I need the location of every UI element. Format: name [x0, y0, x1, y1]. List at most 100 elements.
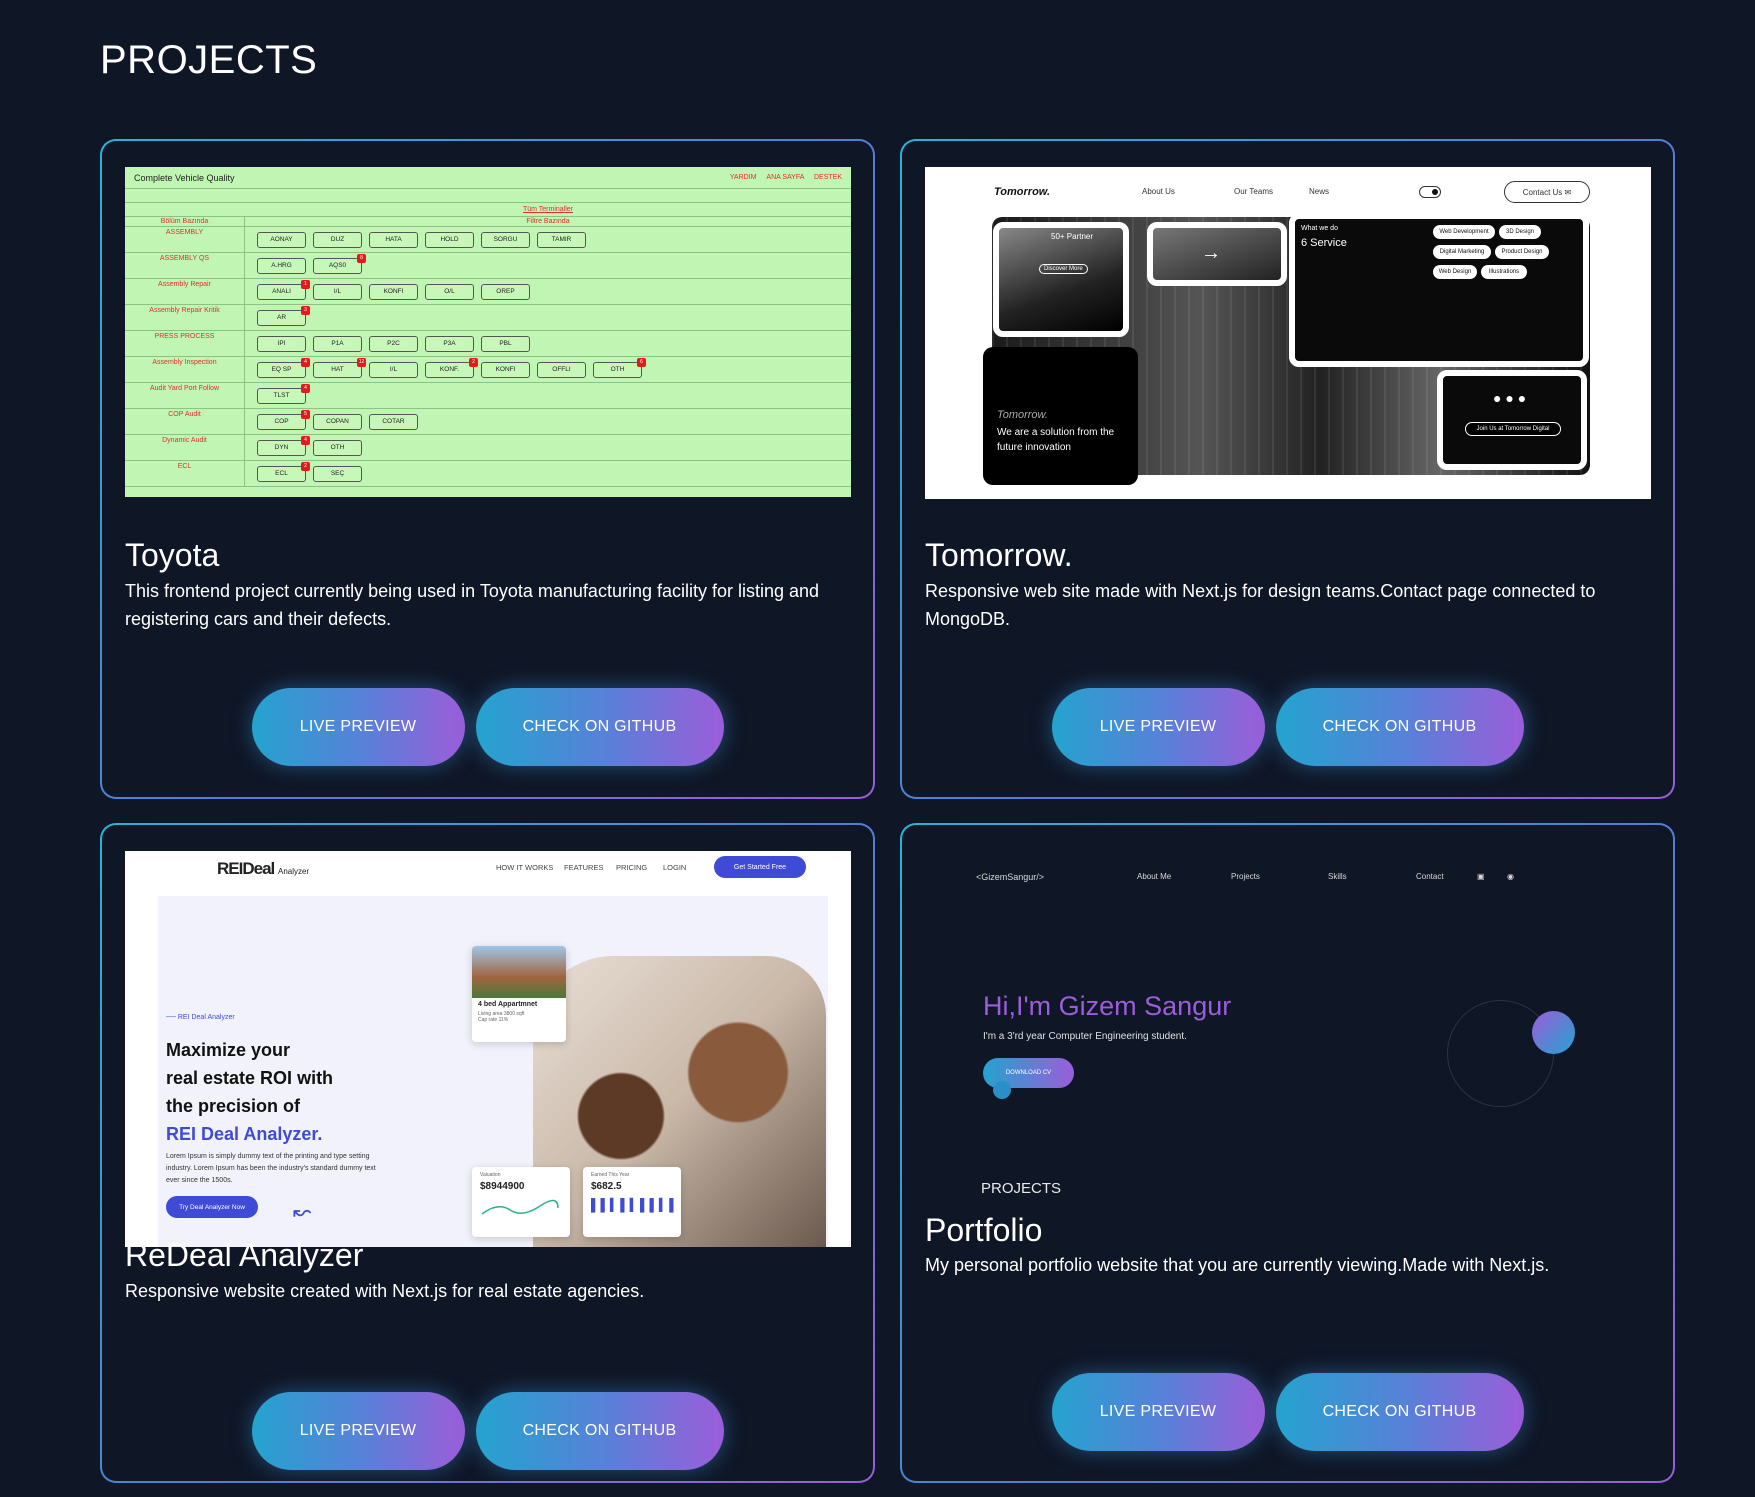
toyota-shot-chip: ECL 2 — [257, 461, 310, 482]
toyota-shot-row: COP Audit COP 5 COPAN COTAR — [125, 409, 851, 435]
tomorrow-shot-partner-box: 50+ Partner Discover More — [993, 222, 1129, 337]
earned-bars-icon: ▌▌▍▌▍▌▌▍▌ — [591, 1198, 679, 1212]
page-title: PROJECTS — [100, 38, 318, 82]
toyota-shot-chip-badge: 4 — [301, 383, 310, 393]
toyota-shot-row: ASSEMBLY AONAY DUZ HATA HOLD SORGU TAMIR — [125, 227, 851, 253]
live-preview-button[interactable]: LIVE PREVIEW — [1051, 1373, 1265, 1451]
toyota-shot-row: Assembly Inspection EQ SP 4 HAT 12 I/L KONF. 2 K… — [125, 357, 851, 383]
toyota-shot-chip: SORGU — [481, 231, 530, 248]
project-card-toyota: Complete Vehicle Quality YARDIM ANA SAYF… — [100, 139, 875, 799]
redeal-shot-paragraph: Lorem Ipsum is simply dummy text of the … — [166, 1153, 376, 1184]
toyota-shot-row-label: COP Audit — [125, 409, 245, 434]
project-card-tomorrow: Tomorrow. About Us Our Teams News Contac… — [900, 139, 1675, 799]
project-screenshot-portfolio: <GizemSangur/> About Me Projects Skills … — [925, 851, 1651, 1247]
toyota-shot-chip-badge: 4 — [301, 435, 310, 445]
toyota-shot-row-label: Assembly Repair — [125, 279, 245, 304]
toyota-shot-chip: O/L — [425, 283, 474, 300]
toyota-shot-chip: AONAY — [257, 231, 306, 248]
toyota-shot-chip: KONFI — [369, 283, 418, 300]
toyota-shot-chip-badge: 4 — [301, 357, 310, 367]
tomorrow-shot-logo: Tomorrow. — [994, 186, 1051, 198]
toyota-shot-chip: P3A — [425, 335, 474, 352]
squiggle-arrow-icon: ↜ — [293, 1199, 312, 1224]
redeal-shot-nav: LOGIN — [663, 863, 687, 872]
tomorrow-shot-nav: Our Teams — [1234, 187, 1273, 196]
toyota-shot-row-label: Assembly Repair Kritik — [125, 305, 245, 330]
toyota-shot-chip: P1A — [313, 335, 362, 352]
tomorrow-shot-contact: Contact Us ✉ — [1504, 181, 1590, 203]
check-on-github-button[interactable]: CHECK ON GITHUB — [1275, 1373, 1524, 1451]
check-on-github-button[interactable]: CHECK ON GITHUB — [1275, 688, 1524, 766]
project-card-portfolio: <GizemSangur/> About Me Projects Skills … — [900, 823, 1675, 1483]
redeal-shot-tag: ── REI Deal Analyzer — [166, 1014, 235, 1021]
portfolio-shot-sub: I'm a 3'rd year Computer Engineering stu… — [983, 1031, 1187, 1042]
toyota-shot-row: ECL ECL 2 SEÇ — [125, 461, 851, 487]
tomorrow-shot-services-box: What we do 6 Service Web Development 3D … — [1289, 213, 1589, 367]
avatars-icon: ● ● ● — [1493, 390, 1527, 406]
toyota-shot-chip-badge: 12 — [357, 357, 366, 367]
arrow-right-icon: → — [1201, 242, 1221, 264]
project-title: Tomorrow. — [925, 537, 1073, 573]
toyota-shot-row-label: ASSEMBLY QS — [125, 253, 245, 278]
valuation-sparkline-icon — [481, 1199, 559, 1215]
live-preview-button[interactable]: LIVE PREVIEW — [251, 688, 465, 766]
toyota-shot-chip: COTAR — [369, 413, 418, 430]
toyota-shot-chip: OTH 6 — [593, 357, 646, 378]
redeal-shot-nav: PRICING — [616, 863, 648, 872]
project-description: Responsive website created with Next.js … — [125, 1281, 645, 1301]
project-screenshot-toyota: Complete Vehicle Quality YARDIM ANA SAYF… — [125, 167, 851, 497]
redeal-shot-valuation-card: Valuation $8944900 — [472, 1167, 570, 1237]
toyota-shot-chip: IPI — [257, 335, 306, 352]
check-on-github-button[interactable]: CHECK ON GITHUB — [475, 1392, 724, 1470]
project-screenshot-redeal: REIDeal Analyzer HOW IT WORKS FEATURES P… — [125, 851, 851, 1247]
toyota-shot-chip: I/L — [313, 283, 362, 300]
toyota-shot-chip-badge: 6 — [637, 357, 646, 367]
toyota-shot-all-terminals: Tüm Terminaller — [125, 203, 851, 217]
portfolio-shot-nav: Projects — [1231, 872, 1260, 881]
github-icon: ◉ — [1507, 872, 1514, 881]
toyota-shot-chip: OREP — [481, 283, 530, 300]
redeal-shot-nav: HOW IT WORKS — [496, 863, 554, 872]
toyota-shot-row-label: PRESS PROCESS — [125, 331, 245, 356]
toyota-shot-row-label: Dynamic Audit — [125, 435, 245, 460]
toyota-shot-chip: A.HRG — [257, 257, 306, 274]
check-on-github-button[interactable]: CHECK ON GITHUB — [475, 688, 724, 766]
toyota-shot-row: ASSEMBLY QS A.HRG AQS0 8 — [125, 253, 851, 279]
tomorrow-shot-join-box: ● ● ● Join Us at Tomorrow Digital — [1437, 370, 1587, 470]
toyota-shot-chip: PBL — [481, 335, 530, 352]
redeal-shot-listing-card: 4 bed Appartmnet Living area 3800 sqft C… — [472, 946, 566, 1042]
redeal-shot-button: Try Deal Analyzer Now — [166, 1196, 258, 1218]
toyota-shot-row-label: Audit Yard Port Follow — [125, 383, 245, 408]
redeal-shot-nav: FEATURES — [564, 863, 604, 872]
portfolio-shot-nav: Skills — [1328, 872, 1347, 881]
project-description: Responsive web site made with Next.js fo… — [925, 581, 1596, 629]
project-description: My personal portfolio website that you a… — [925, 1255, 1550, 1275]
toyota-shot-col2: Filtre Bazında — [526, 218, 570, 225]
toyota-shot-chip: SEÇ — [313, 465, 362, 482]
toyota-shot-row-label: ASSEMBLY — [125, 227, 245, 252]
toyota-shot-chip: OTH — [313, 439, 362, 456]
toyota-shot-chip: I/L — [369, 361, 418, 378]
portfolio-shot-logo: <GizemSangur/> — [976, 872, 1045, 882]
redeal-shot-earned-card: Earned This Year $682.5 ▌▌▍▌▍▌▌▍▌ — [583, 1167, 681, 1237]
live-preview-button[interactable]: LIVE PREVIEW — [1051, 688, 1265, 766]
project-screenshot-tomorrow: Tomorrow. About Us Our Teams News Contac… — [925, 167, 1651, 499]
project-card-redeal: REIDeal Analyzer HOW IT WORKS FEATURES P… — [100, 823, 875, 1483]
toyota-shot-chip: TAMIR — [537, 231, 586, 248]
toyota-shot-chip: DUZ — [313, 231, 362, 248]
toyota-shot-row: Assembly Repair ANALI 1 I/L KONFI O/L OREP — [125, 279, 851, 305]
toyota-shot-chip: P2C — [369, 335, 418, 352]
portfolio-shot-nav: About Me — [1137, 872, 1172, 881]
toyota-shot-row-label: ECL — [125, 461, 245, 486]
redeal-shot-logo: REIDeal Analyzer — [217, 859, 310, 878]
toyota-shot-nav: DESTEK — [813, 174, 842, 181]
toyota-shot-chip: TLST 4 — [257, 383, 310, 404]
toyota-shot-chip: OFFLI — [537, 361, 586, 378]
toyota-shot-chip-badge: 1 — [301, 279, 310, 289]
toyota-shot-chip-badge: 3 — [301, 305, 310, 315]
theme-toggle-icon — [1419, 186, 1441, 198]
decorative-dot-icon — [993, 1081, 1011, 1099]
toyota-shot-chip: COP 5 — [257, 409, 310, 430]
portfolio-shot-hi: Hi,I'm Gizem Sangur — [983, 991, 1232, 1021]
live-preview-button[interactable]: LIVE PREVIEW — [251, 1392, 465, 1470]
